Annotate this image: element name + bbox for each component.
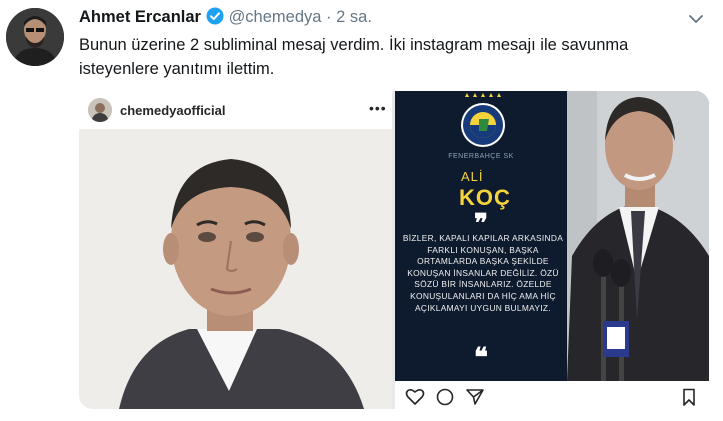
header-separator: · bbox=[326, 8, 332, 26]
tweet-text: Bunun üzerine 2 subliminal mesaj verdim.… bbox=[79, 36, 629, 78]
send-icon[interactable] bbox=[465, 388, 485, 406]
instagram-post-header: chemedyaofficial ••• bbox=[79, 91, 392, 129]
instagram-avatar bbox=[88, 98, 112, 122]
instagram-action-bar bbox=[395, 385, 709, 409]
club-logo bbox=[461, 93, 505, 147]
tweet-timestamp[interactable]: 2 sa. bbox=[336, 8, 372, 26]
more-options-icon: ••• bbox=[369, 100, 387, 116]
quote-card: FENERBAHÇE SK ALİ KOÇ ❞ BİZLER, KAPALI K… bbox=[395, 91, 709, 381]
portrait-photo bbox=[79, 129, 392, 409]
instagram-username: chemedyaofficial bbox=[120, 103, 226, 118]
author-name[interactable]: Ahmet Ercanlar bbox=[79, 8, 201, 26]
quote-text: BİZLER, KAPALI KAPILAR ARKASINDA FARKLI … bbox=[402, 233, 564, 313]
tweet-media[interactable]: chemedyaofficial ••• FENERBAHÇE SK ALİ K… bbox=[79, 91, 709, 409]
tweet-header: Ahmet Ercanlar @chemedya · 2 sa. bbox=[79, 6, 372, 28]
comment-icon[interactable] bbox=[435, 388, 455, 406]
bookmark-icon[interactable] bbox=[679, 388, 699, 406]
club-name: FENERBAHÇE SK bbox=[448, 153, 514, 160]
author-avatar[interactable] bbox=[6, 8, 64, 66]
verified-badge-icon bbox=[206, 7, 224, 25]
last-name: KOÇ bbox=[459, 185, 511, 210]
speaker-photo bbox=[567, 91, 709, 381]
media-image-right[interactable]: FENERBAHÇE SK ALİ KOÇ ❞ BİZLER, KAPALI K… bbox=[395, 91, 709, 409]
heart-icon[interactable] bbox=[405, 388, 425, 406]
close-quote-mark: ❝ bbox=[474, 343, 488, 373]
author-handle[interactable]: @chemedya bbox=[229, 8, 322, 26]
chevron-down-icon[interactable] bbox=[688, 12, 704, 24]
first-name: ALİ bbox=[461, 169, 484, 184]
media-image-left[interactable]: chemedyaofficial ••• bbox=[79, 91, 392, 409]
